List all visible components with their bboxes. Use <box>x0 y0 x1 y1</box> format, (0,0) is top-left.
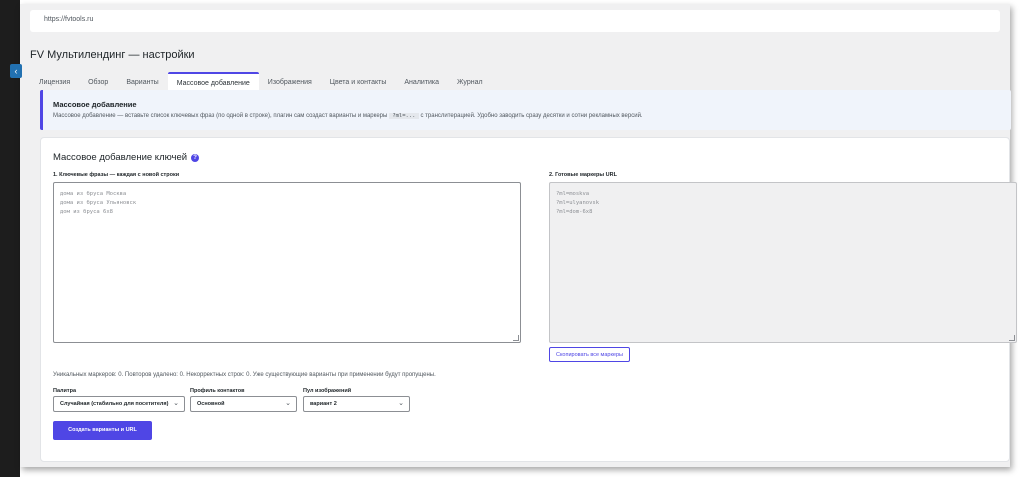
copy-markers-button[interactable]: Скопировать все маркеры <box>549 347 630 362</box>
phrase-line: дома из бруса Ульяновск <box>60 200 137 206</box>
collapse-menu-icon[interactable]: ‹ <box>10 64 22 78</box>
help-icon[interactable]: ? <box>191 153 200 162</box>
card-title: Массовое добавление ключей ? <box>53 152 200 163</box>
contacts-value: Основной <box>197 401 225 407</box>
chevron-down-icon: ⌄ <box>285 400 291 407</box>
notice-text-after: с транслитерацией. Удобно заводить сразу… <box>420 113 643 119</box>
phrase-line: дом из бруса 6x8 <box>60 209 113 215</box>
markers-textarea[interactable]: ?ml=moskva ?ml=ulyanovsk ?ml=dom-6x8 <box>549 182 1017 343</box>
phrases-label: 1. Ключевые фразы — каждая с новой строк… <box>53 172 180 178</box>
admin-page: https://fvtools.ru FV Мультилендинг — на… <box>20 4 1017 467</box>
markers-label: 2. Готовые маркеры URL <box>549 172 617 178</box>
contacts-label: Профиль контактов <box>190 388 245 394</box>
stats-text: Уникальных маркеров: 0. Повторов удалено… <box>53 372 436 378</box>
marker-line: ?ml=ulyanovsk <box>556 200 600 206</box>
resize-handle-icon[interactable] <box>513 335 519 341</box>
card-title-text: Массовое добавление ключей <box>53 152 188 163</box>
phrases-textarea[interactable]: дома из бруса Москва дома из бруса Ульян… <box>53 182 521 343</box>
bulk-add-card: Массовое добавление ключей ? 1. Ключевые… <box>40 137 1017 462</box>
palette-value: Случайная (стабильно для посетителя) <box>60 401 169 407</box>
resize-handle-icon[interactable] <box>1009 335 1015 341</box>
chevron-down-icon: ⌄ <box>398 400 404 407</box>
page-title: FV Мультилендинг — настройки <box>30 49 195 61</box>
chevron-down-icon: ⌄ <box>173 400 179 407</box>
create-variants-button[interactable]: Создать варианты и URL <box>53 421 152 440</box>
url-text: https://fvtools.ru <box>44 16 94 23</box>
notice-title: Массовое добавление <box>53 100 137 109</box>
images-label: Пул изображений <box>303 388 352 394</box>
info-notice: Массовое добавление Массовое добавление … <box>40 90 1011 130</box>
images-select[interactable]: вариант 2 ⌄ <box>303 396 410 412</box>
contacts-select[interactable]: Основной ⌄ <box>190 396 297 412</box>
marker-line: ?ml=moskva <box>556 191 590 197</box>
address-bar[interactable]: https://fvtools.ru <box>30 10 1000 32</box>
notice-text-before: Массовое добавление — вставьте список кл… <box>53 113 388 119</box>
phrase-line: дома из бруса Москва <box>60 191 127 197</box>
images-value: вариант 2 <box>310 401 337 407</box>
palette-select[interactable]: Случайная (стабильно для посетителя) ⌄ <box>53 396 185 412</box>
marker-line: ?ml=dom-6x8 <box>556 209 593 215</box>
notice-code: ?ml=... <box>389 113 419 119</box>
notice-text: Массовое добавление — вставьте список кл… <box>53 113 643 119</box>
palette-label: Палитра <box>53 388 76 394</box>
